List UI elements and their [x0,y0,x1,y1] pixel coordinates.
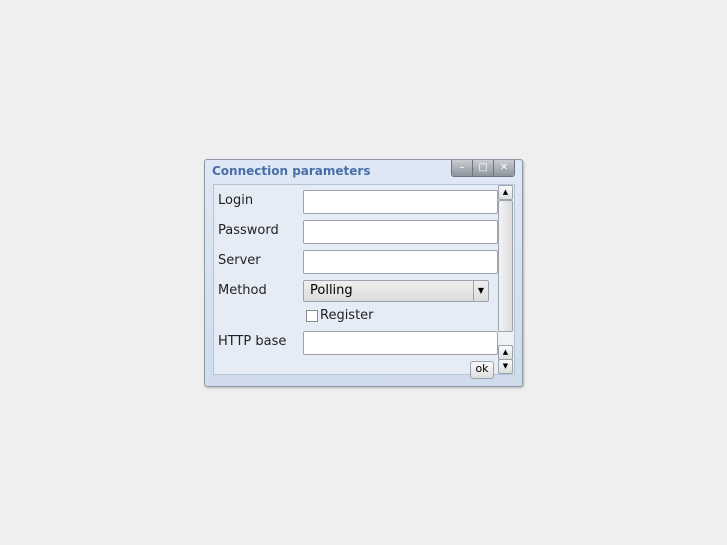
scroll-up-icon[interactable]: ▲ [498,345,513,360]
method-select[interactable]: Polling ▼ [303,280,489,302]
chevron-down-icon[interactable]: ▼ [473,281,488,301]
password-label: Password [218,223,279,238]
close-button[interactable]: ✕ [493,160,514,176]
window-controls: – □ ✕ [451,160,515,177]
scroll-up-icon[interactable]: ▲ [498,185,513,200]
server-label: Server [218,253,261,268]
server-input[interactable] [303,250,498,274]
minimize-button[interactable]: – [452,160,472,176]
scrollbar-thumb[interactable] [498,200,513,332]
method-value: Polling [310,283,353,298]
dialog-title: Connection parameters [212,164,371,178]
login-label: Login [218,193,254,208]
register-label[interactable]: Register [320,308,374,323]
method-label: Method [218,283,267,298]
register-checkbox[interactable] [306,310,318,322]
http-base-label: HTTP base [218,334,287,349]
login-input[interactable] [303,190,498,214]
maximize-button[interactable]: □ [472,160,493,176]
form-panel: Login Password Server Method Polling ▼ R… [213,184,515,379]
scroll-down-icon[interactable]: ▼ [498,359,513,374]
password-input[interactable] [303,220,498,244]
vertical-scrollbar[interactable]: ▲ ▲ ▼ [498,185,513,374]
connection-dialog: Connection parameters – □ ✕ Login Passwo… [204,159,523,387]
ok-button[interactable]: ok [470,361,494,379]
http-base-input[interactable] [303,331,498,355]
